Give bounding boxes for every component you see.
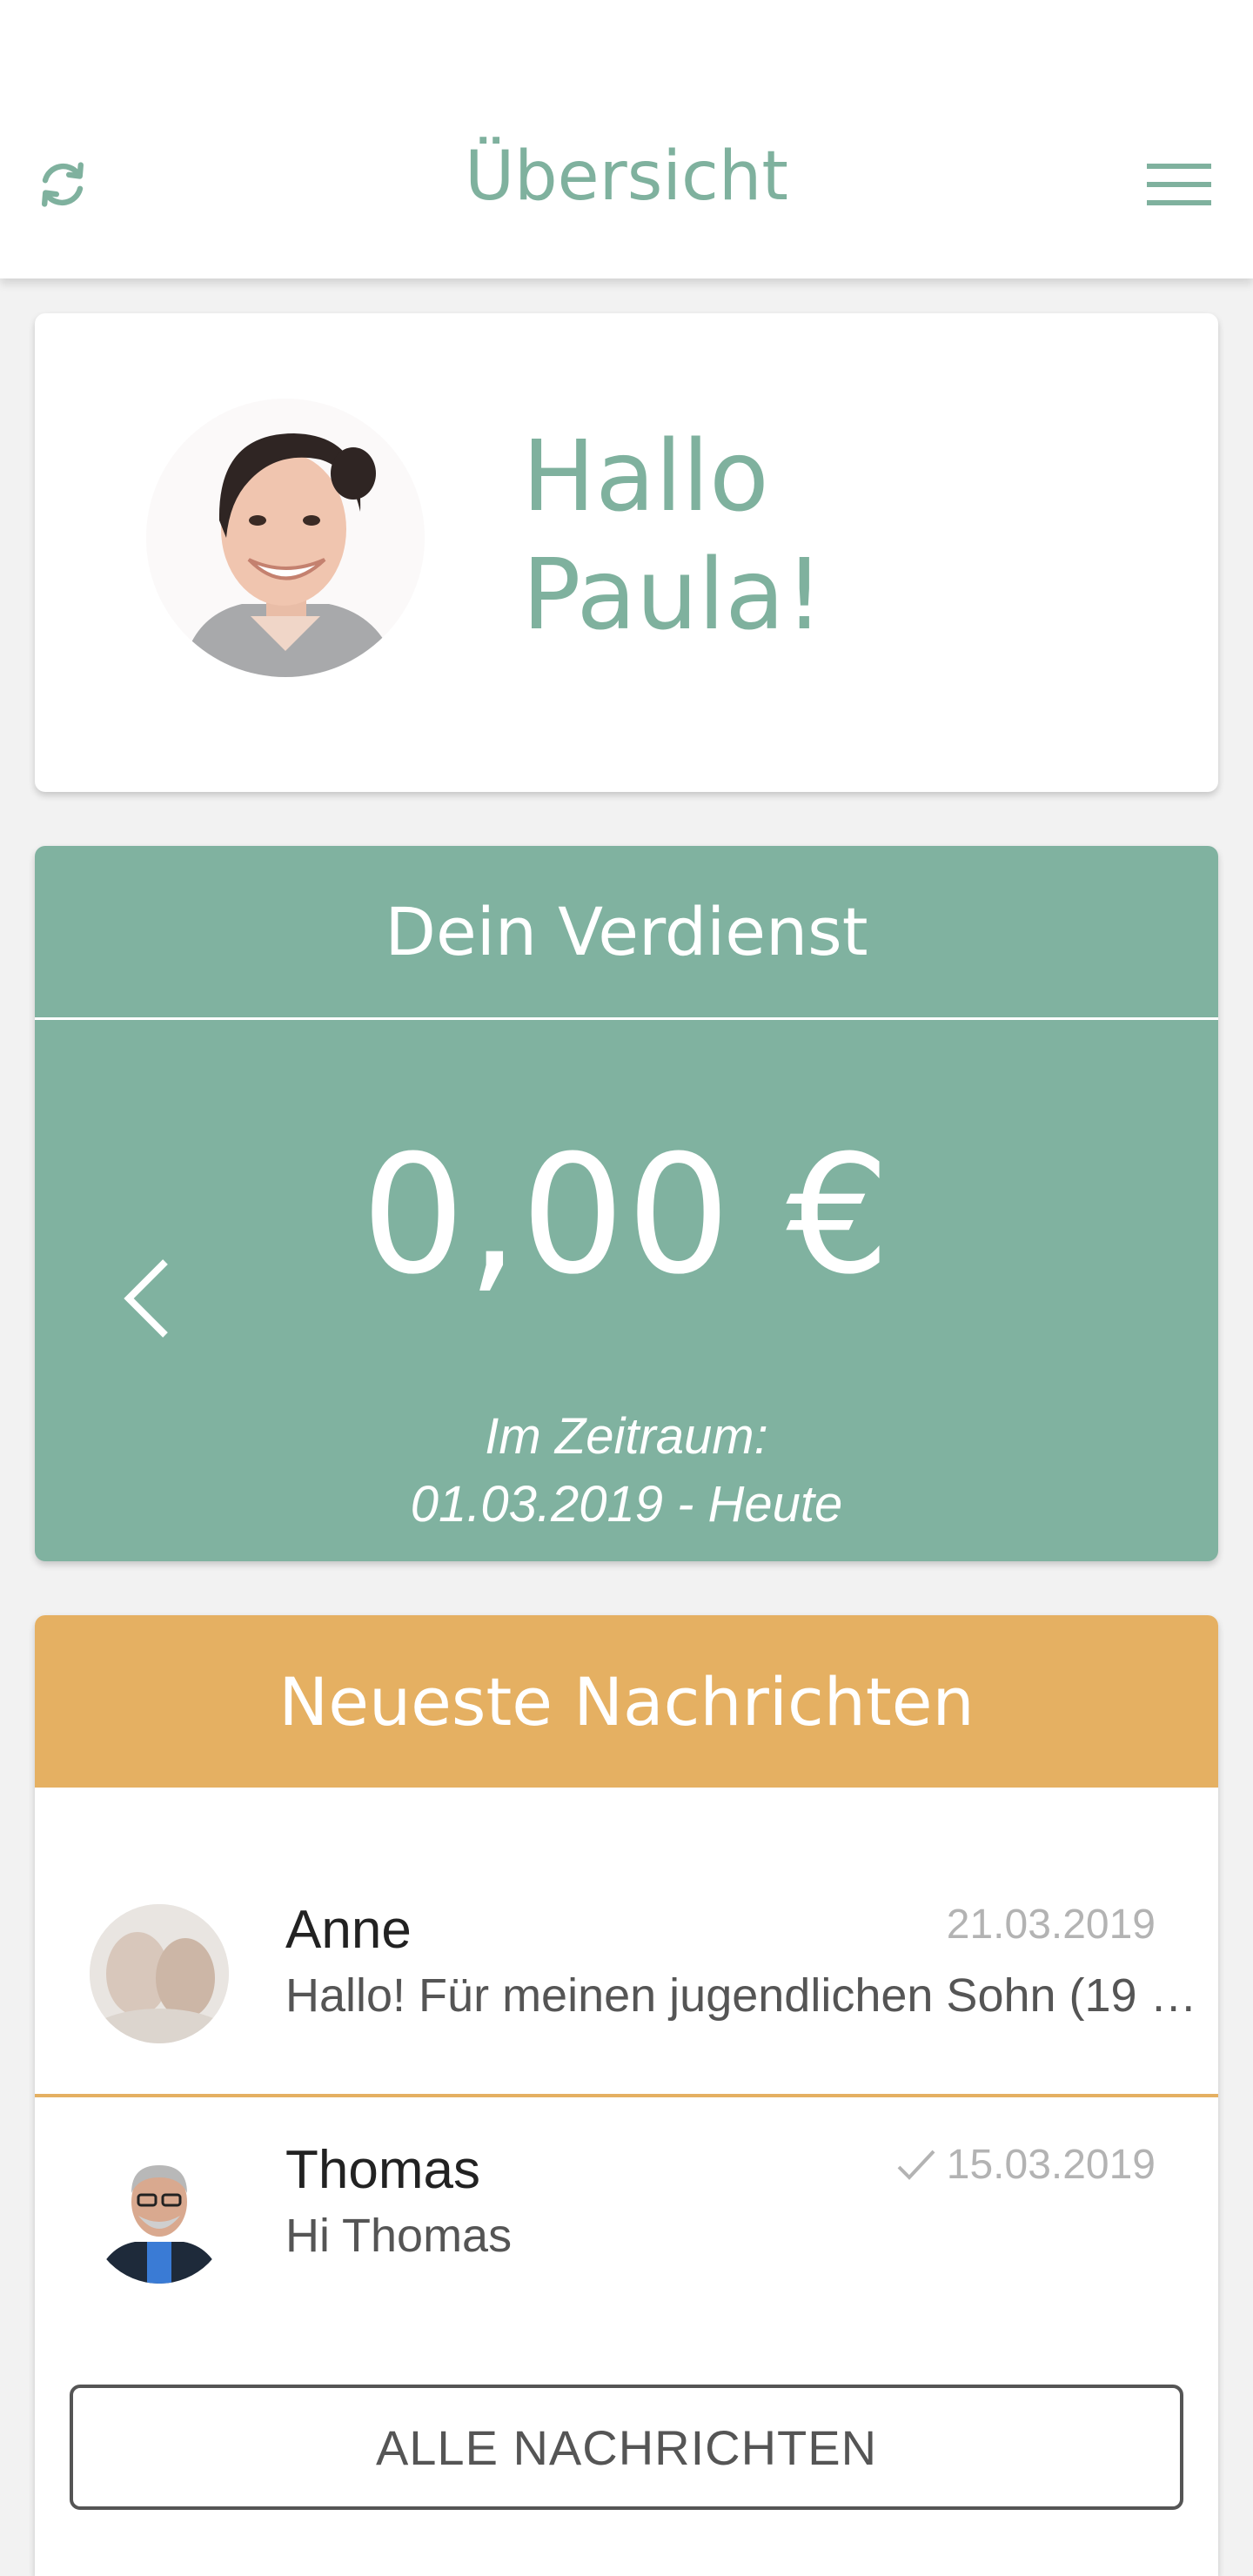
avatar: [90, 2144, 229, 2284]
message-date-text: 15.03.2019: [946, 2142, 1156, 2188]
message-date-text: 21.03.2019: [946, 1902, 1156, 1948]
message-preview: Hallo! Für meinen jugendlichen Sohn (19 …: [285, 1969, 1208, 2022]
app-header: Übersicht: [0, 0, 1253, 278]
greeting-line-1: Hallo: [522, 420, 769, 533]
earnings-title: Dein Verdienst: [35, 846, 1218, 1020]
page-title: Übersicht: [465, 138, 788, 216]
message-item[interactable]: Thomas 15.03.2019 Hi Thomas: [35, 2101, 1218, 2338]
avatar: [90, 1904, 229, 2043]
contact-photo-thomas: [90, 2144, 229, 2284]
menu-button[interactable]: [1140, 148, 1218, 221]
user-avatar-photo: [146, 399, 425, 677]
earnings-amount: 0,00 €: [361, 1120, 892, 1311]
message-date: 21.03.2019: [947, 1901, 1156, 1949]
message-item[interactable]: Anne 21.03.2019 Hallo! Für meinen jugend…: [35, 1861, 1218, 2097]
greeting-text: Hallo Paula!: [522, 418, 824, 654]
period-range: 01.03.2019 - Heute: [410, 1476, 843, 1533]
earnings-period: Im Zeitraum: 01.03.2019 - Heute: [35, 1403, 1218, 1539]
hamburger-menu-icon: [1147, 164, 1211, 205]
all-messages-button[interactable]: ALLE NACHRICHTEN: [70, 2385, 1183, 2510]
user-avatar[interactable]: [146, 399, 425, 677]
message-preview: Hi Thomas: [285, 2210, 513, 2262]
profile-card: Hallo Paula!: [35, 313, 1218, 792]
contact-photo-anne: [90, 1904, 229, 2043]
messages-title: Neueste Nachrichten: [35, 1615, 1218, 1788]
message-date: 15.03.2019: [896, 2141, 1156, 2189]
message-sender: Thomas: [285, 2140, 480, 2200]
greeting-line-2: Paula!: [522, 539, 824, 652]
message-sender: Anne: [285, 1900, 412, 1960]
earnings-card: Dein Verdienst 0,00 € Im Zeitraum: 01.03…: [35, 846, 1218, 1561]
messages-card: Neueste Nachrichten Anne 21.03.2019 Hall…: [35, 1615, 1218, 2576]
period-label: Im Zeitraum:: [485, 1408, 768, 1465]
read-check-icon: [897, 2150, 935, 2180]
